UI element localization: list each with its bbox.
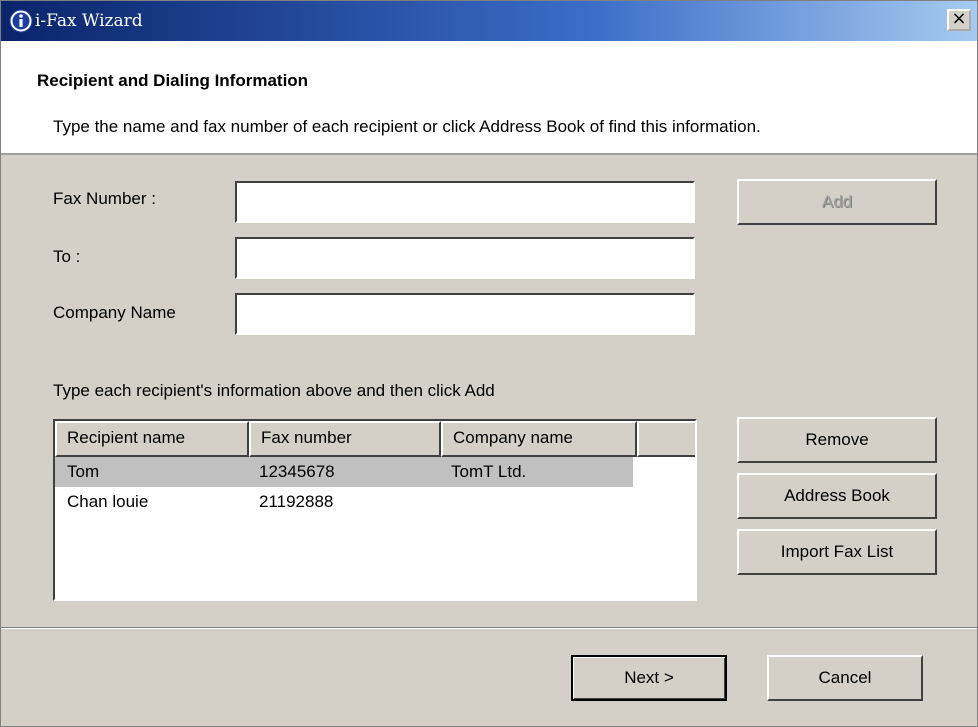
footer-divider — [1, 627, 977, 629]
column-extra[interactable] — [637, 421, 695, 457]
column-company-name[interactable]: Company name — [441, 421, 637, 457]
cancel-button[interactable]: Cancel — [767, 655, 923, 701]
recipient-list[interactable]: Recipient name Fax number Company name T… — [53, 419, 697, 601]
fax-number-field[interactable] — [235, 181, 695, 223]
table-row[interactable]: Chan louie 21192888 — [55, 487, 695, 517]
list-header: Recipient name Fax number Company name — [55, 421, 695, 457]
page-subtitle: Type the name and fax number of each rec… — [53, 117, 761, 136]
cell-company-name: TomT Ltd. — [451, 462, 527, 481]
remove-button[interactable]: Remove — [737, 417, 937, 463]
company-name-field[interactable] — [235, 293, 695, 335]
column-fax-number[interactable]: Fax number — [249, 421, 441, 457]
info-icon — [9, 9, 33, 33]
to-label: To : — [53, 247, 81, 266]
cell-fax-number: 12345678 — [259, 462, 335, 481]
cell-recipient-name: Chan louie — [67, 492, 149, 511]
wizard-header: Recipient and Dialing Information Type t… — [1, 41, 977, 155]
window-title: i-Fax Wizard — [35, 11, 143, 31]
add-button[interactable]: Add — [737, 179, 937, 225]
page-title: Recipient and Dialing Information — [37, 71, 309, 90]
column-recipient-name[interactable]: Recipient name — [55, 421, 249, 457]
next-button[interactable]: Next > — [571, 655, 727, 701]
table-row[interactable]: Tom 12345678 TomT Ltd. — [55, 457, 633, 487]
list-hint: Type each recipient's information above … — [53, 381, 495, 400]
address-book-button[interactable]: Address Book — [737, 473, 937, 519]
import-fax-list-button[interactable]: Import Fax List — [737, 529, 937, 575]
close-icon: × — [951, 8, 967, 29]
to-field[interactable] — [235, 237, 695, 279]
wizard-window: i-Fax Wizard × Recipient and Dialing Inf… — [0, 0, 978, 727]
fax-number-label: Fax Number : — [53, 189, 156, 208]
close-button[interactable]: × — [947, 9, 971, 31]
cell-fax-number: 21192888 — [259, 492, 334, 511]
cell-recipient-name: Tom — [67, 462, 100, 481]
company-name-label: Company Name — [53, 303, 176, 322]
title-bar[interactable]: i-Fax Wizard × — [1, 1, 977, 41]
